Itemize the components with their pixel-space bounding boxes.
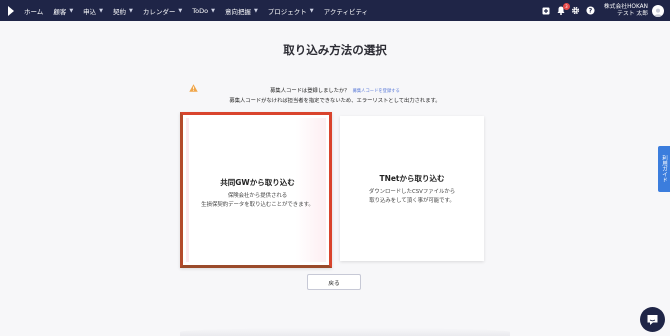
nav-item-label: プロジェクト	[267, 7, 307, 16]
nav-item-todo[interactable]: ToDo ▼	[192, 7, 215, 15]
svg-text:?: ?	[589, 8, 593, 15]
nav-item-label: 契約	[113, 7, 127, 16]
nav-item-calendar[interactable]: カレンダー ▼	[143, 6, 182, 16]
nav-item-label: 顧客	[53, 7, 67, 16]
nav-right: 3 ? 株式会社HOKAN テスト 太郎	[536, 0, 664, 21]
page-title: 取り込み方法の選択	[283, 43, 387, 57]
user-info[interactable]: 株式会社HOKAN テスト 太郎	[604, 4, 648, 18]
usage-guide-label: 利用ガイド	[661, 155, 667, 183]
nav-item-label: 意向把握	[224, 7, 251, 16]
notice-line-1: 募集人コードは登録しましたか？ 募集人コードを登録する	[0, 86, 670, 94]
chevron-down-icon: ▼	[309, 7, 314, 14]
nav-item-intention[interactable]: 意向把握 ▼	[225, 6, 258, 16]
chat-icon[interactable]	[640, 307, 665, 332]
user-name: テスト 太郎	[617, 10, 648, 17]
chevron-down-icon: ▼	[69, 7, 74, 14]
bell-icon[interactable]: 3	[556, 2, 570, 16]
nav-item-customers[interactable]: 顧客 ▼	[53, 6, 73, 16]
bottom-shade	[180, 328, 510, 336]
option-card-kyodo-gw[interactable]: 共同GWから取り込む 保険会社から提供される 生損保契約データを取り込むことがで…	[180, 112, 332, 268]
card-desc: ダウンロードしたCSVファイルから	[368, 189, 456, 195]
card-desc: 取り込みをして頂く事が可能です。	[369, 198, 455, 204]
logo-icon[interactable]	[4, 0, 18, 21]
nav-item-applications[interactable]: 申込 ▼	[83, 6, 103, 16]
chevron-down-icon: ▼	[129, 7, 133, 14]
card-title: TNetから取り込む	[379, 174, 445, 183]
help-icon[interactable]: ?	[586, 6, 596, 16]
notice-line-2: 募集人コードがなければ担当者を指定できないため、エラーリストとして出力されます。	[229, 98, 441, 104]
nav-item-home[interactable]: ホーム	[24, 6, 43, 16]
chevron-down-icon: ▼	[253, 7, 258, 14]
nav-item-label: 申込	[83, 7, 97, 16]
usage-guide-tab[interactable]: 利用ガイド	[658, 146, 670, 192]
avatar[interactable]	[652, 4, 664, 17]
card-title: 共同GWから取り込む	[220, 178, 295, 187]
nav-item-label: アクティビティ	[323, 7, 369, 16]
nav-menu: ホーム 顧客 ▼ 申込 ▼ 契約 ▼ カレンダー ▼ ToDo ▼ 意向把握 ▼ プロジェク…	[24, 0, 378, 21]
back-button[interactable]: 戻る	[307, 274, 361, 290]
nav-item-projects[interactable]: プロジェクト ▼	[268, 6, 314, 16]
notice-text: 募集人コードは登録しましたか？	[270, 88, 350, 94]
nav-item-label: ホーム	[24, 7, 44, 16]
nav-item-label: ToDo	[192, 6, 209, 15]
nav-item-activity[interactable]: アクティビティ	[324, 6, 368, 16]
gear-icon[interactable]	[571, 6, 581, 16]
nav-item-contracts[interactable]: 契約 ▼	[113, 6, 133, 16]
warning-icon	[189, 77, 198, 92]
add-icon[interactable]	[541, 6, 551, 16]
card-desc: 生損保契約データを取り込むことができます。	[201, 202, 314, 208]
chevron-down-icon: ▼	[211, 7, 215, 14]
card-desc: 保険会社から提供される	[227, 193, 288, 199]
chevron-down-icon: ▼	[99, 7, 104, 14]
nav-item-label: カレンダー	[142, 7, 176, 16]
notification-badge: 3	[562, 2, 570, 10]
register-code-link[interactable]: 募集人コードを登録する	[353, 89, 400, 94]
card-body: 共同GWから取り込む 保険会社から提供される 生損保契約データを取り込むことがで…	[186, 118, 326, 262]
option-card-tnet[interactable]: TNetから取り込む ダウンロードしたCSVファイルから 取り込みをして頂く事が…	[340, 116, 484, 261]
top-nav: ホーム 顧客 ▼ 申込 ▼ 契約 ▼ カレンダー ▼ ToDo ▼ 意向把握 ▼ プロジェク…	[0, 0, 670, 21]
chevron-down-icon: ▼	[178, 7, 183, 14]
user-company: 株式会社HOKAN	[603, 3, 648, 10]
